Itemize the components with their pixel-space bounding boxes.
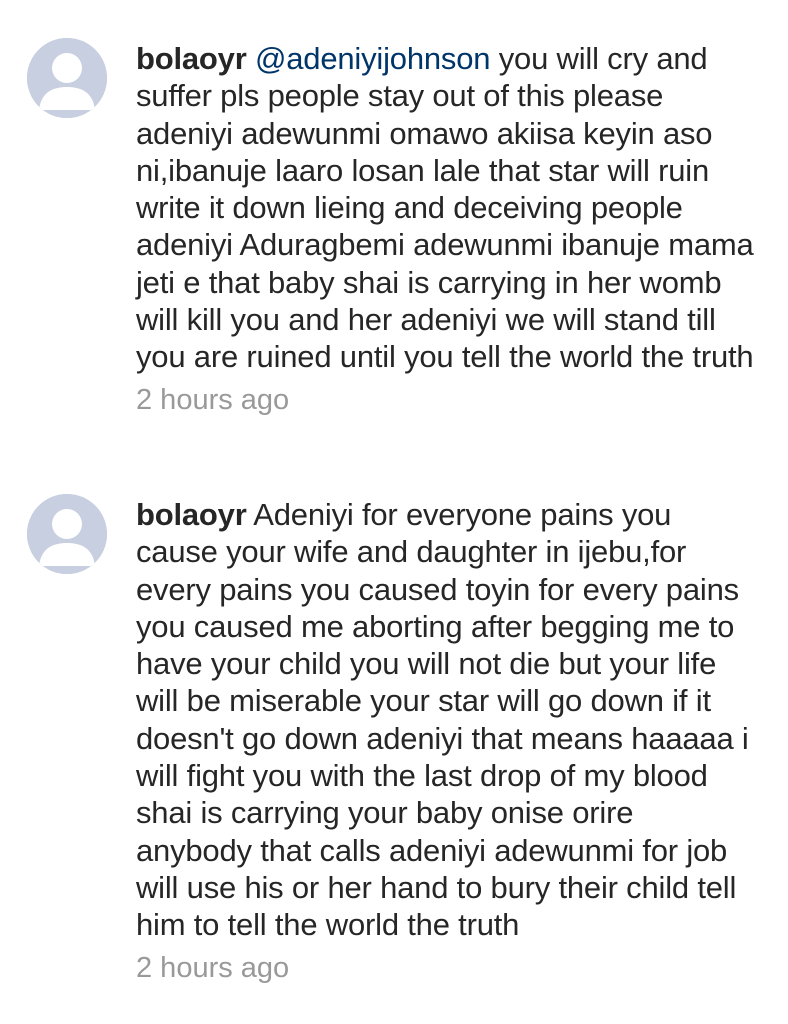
comment-username[interactable]: bolaoyr	[136, 41, 247, 76]
comment-body: bolaoyr @adeniyijohnson you will cry and…	[136, 40, 756, 418]
default-profile-avatar-icon[interactable]	[27, 494, 107, 574]
comment-mention[interactable]: @adeniyijohnson	[255, 41, 491, 76]
comment-timestamp: 2 hours ago	[136, 951, 290, 984]
comment-username[interactable]: bolaoyr	[136, 497, 247, 532]
comment-body: bolaoyr Adeniyi for everyone pains you c…	[136, 496, 756, 986]
default-profile-avatar-icon[interactable]	[27, 38, 107, 118]
comment-timestamp: 2 hours ago	[136, 383, 290, 416]
comment-message: Adeniyi for everyone pains you cause you…	[136, 497, 749, 943]
comment-text: bolaoyr Adeniyi for everyone pains you c…	[136, 496, 756, 944]
comment-message: you will cry and suffer pls people stay …	[136, 41, 754, 375]
comment-text: bolaoyr @adeniyijohnson you will cry and…	[136, 40, 756, 376]
